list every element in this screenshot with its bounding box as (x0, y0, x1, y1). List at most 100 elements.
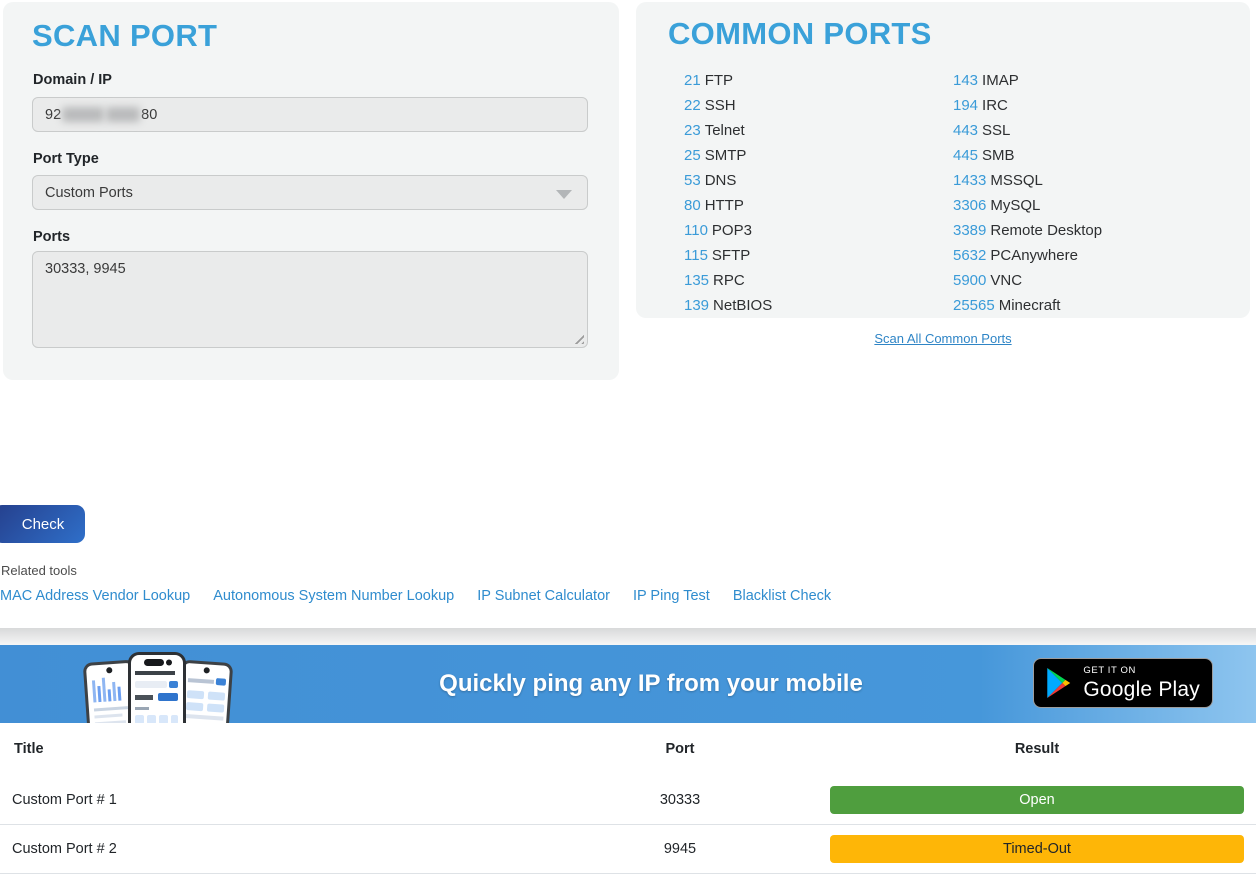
common-port-link[interactable]: 143 (953, 72, 978, 89)
common-port-link[interactable]: 445 (953, 147, 978, 164)
common-port-item: 139NetBIOS (684, 293, 772, 318)
header-result: Result (1015, 741, 1059, 757)
common-port-link[interactable]: 21 (684, 72, 701, 89)
result-row-port: 9945 (664, 841, 696, 857)
common-port-item: 110POP3 (684, 218, 772, 243)
common-port-link[interactable]: 3389 (953, 222, 986, 239)
common-port-link[interactable]: 115 (684, 247, 708, 264)
common-port-name: MSSQL (990, 172, 1043, 189)
common-port-item: 5632PCAnywhere (953, 243, 1102, 268)
related-tool-link[interactable]: MAC Address Vendor Lookup (0, 588, 190, 604)
results-header-row: Title Port Result (0, 723, 1256, 775)
related-tools-links: MAC Address Vendor Lookup Autonomous Syst… (0, 588, 831, 604)
common-port-name: Minecraft (999, 297, 1061, 314)
common-port-name: IMAP (982, 72, 1019, 89)
domain-ip-value-suffix: 80 (141, 107, 157, 123)
common-port-name: MySQL (990, 197, 1040, 214)
common-port-name: SFTP (712, 247, 750, 264)
common-port-name: PCAnywhere (990, 247, 1078, 264)
common-port-item: 3389Remote Desktop (953, 218, 1102, 243)
check-button[interactable]: Check (0, 505, 85, 543)
domain-ip-value-prefix: 92 (45, 107, 61, 123)
banner-text: Quickly ping any IP from your mobile (439, 670, 863, 698)
common-port-link[interactable]: 139 (684, 297, 709, 314)
google-play-badge-text: GET IT ON Google Play (1083, 666, 1200, 700)
common-port-name: VNC (990, 272, 1022, 289)
common-port-name: SSH (705, 97, 736, 114)
common-port-name: IRC (982, 97, 1008, 114)
common-ports-column-left: 21FTP 22SSH 23Telnet 25SMTP 53DNS 80HTTP… (684, 68, 772, 318)
common-port-item: 21FTP (684, 68, 772, 93)
redacted-ip-segment (62, 107, 104, 122)
common-port-link[interactable]: 25 (684, 147, 701, 164)
common-port-name: FTP (705, 72, 733, 89)
common-port-item: 445SMB (953, 143, 1102, 168)
header-port: Port (666, 741, 695, 757)
phones-image (70, 649, 246, 723)
result-row-title: Custom Port # 1 (12, 792, 117, 808)
google-play-badge[interactable]: GET IT ON Google Play (1033, 658, 1213, 708)
common-port-item: 25SMTP (684, 143, 772, 168)
result-status-badge: Timed-Out (830, 835, 1244, 863)
port-type-label: Port Type (33, 151, 99, 167)
common-port-link[interactable]: 443 (953, 122, 978, 139)
scan-all-common-ports-link[interactable]: Scan All Common Ports (874, 331, 1011, 346)
domain-ip-label: Domain / IP (33, 72, 112, 88)
domain-ip-input[interactable]: 92 80 (32, 97, 588, 132)
common-port-name: NetBIOS (713, 297, 772, 314)
common-ports-column-right: 143IMAP 194IRC 443SSL 445SMB 1433MSSQL 3… (953, 68, 1102, 318)
mobile-app-banner: Quickly ping any IP from your mobile GET… (0, 645, 1256, 723)
result-status-badge: Open (830, 786, 1244, 814)
related-tool-link[interactable]: IP Ping Test (633, 588, 710, 604)
common-port-link[interactable]: 194 (953, 97, 978, 114)
common-port-item: 143IMAP (953, 68, 1102, 93)
google-play-icon (1046, 668, 1072, 698)
common-port-link[interactable]: 5900 (953, 272, 986, 289)
common-port-link[interactable]: 80 (684, 197, 701, 214)
common-port-item: 25565Minecraft (953, 293, 1102, 318)
common-port-item: 194IRC (953, 93, 1102, 118)
common-port-link[interactable]: 1433 (953, 172, 986, 189)
common-port-link[interactable]: 22 (684, 97, 701, 114)
common-port-link[interactable]: 3306 (953, 197, 986, 214)
banner-top-shadow (0, 628, 1256, 645)
port-type-select[interactable]: Custom Ports (32, 175, 588, 210)
common-port-link[interactable]: 23 (684, 122, 701, 139)
related-tool-link[interactable]: Autonomous System Number Lookup (213, 588, 454, 604)
common-port-item: 443SSL (953, 118, 1102, 143)
common-port-link[interactable]: 5632 (953, 247, 986, 264)
common-port-name: RPC (713, 272, 745, 289)
port-scanner-page: SCAN PORT Domain / IP 92 80 Port Type Cus… (0, 0, 1256, 875)
common-port-link[interactable]: 110 (684, 222, 708, 239)
common-ports-title: COMMON PORTS (668, 16, 932, 52)
common-port-item: 3306MySQL (953, 193, 1102, 218)
common-port-link[interactable]: 53 (684, 172, 701, 189)
scan-port-panel: SCAN PORT Domain / IP 92 80 Port Type Cus… (3, 2, 619, 380)
scan-port-title: SCAN PORT (32, 18, 217, 54)
ports-textarea-wrap: 30333, 9945 (32, 251, 588, 348)
related-tools-heading: Related tools (1, 563, 77, 578)
related-tool-link[interactable]: IP Subnet Calculator (477, 588, 610, 604)
related-tool-link[interactable]: Blacklist Check (733, 588, 831, 604)
common-port-name: SSL (982, 122, 1010, 139)
common-port-name: Telnet (705, 122, 745, 139)
ports-textarea[interactable]: 30333, 9945 (32, 251, 588, 348)
scan-results-table: Title Port Result Custom Port # 1 30333 … (0, 723, 1256, 874)
common-port-name: SMTP (705, 147, 747, 164)
ports-label: Ports (33, 229, 70, 245)
common-port-name: HTTP (705, 197, 744, 214)
common-port-item: 22SSH (684, 93, 772, 118)
chevron-down-icon (556, 190, 572, 199)
common-port-link[interactable]: 135 (684, 272, 709, 289)
common-port-item: 80HTTP (684, 193, 772, 218)
badge-bottom-text: Google Play (1083, 679, 1200, 700)
common-port-item: 1433MSSQL (953, 168, 1102, 193)
common-port-item: 5900VNC (953, 268, 1102, 293)
common-port-item: 23Telnet (684, 118, 772, 143)
result-row-port: 30333 (660, 792, 700, 808)
common-port-link[interactable]: 25565 (953, 297, 995, 314)
common-port-item: 53DNS (684, 168, 772, 193)
port-type-selected-value: Custom Ports (45, 185, 133, 201)
common-port-item: 115SFTP (684, 243, 772, 268)
common-ports-panel: COMMON PORTS 21FTP 22SSH 23Telnet 25SMTP… (636, 2, 1250, 318)
